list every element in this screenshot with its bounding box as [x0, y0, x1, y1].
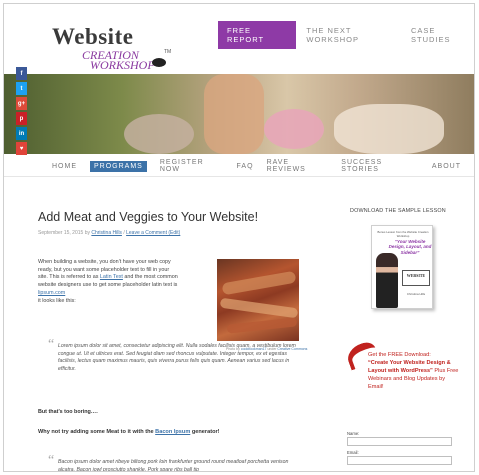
- nav-item-success-stories[interactable]: SUCCESS STORIES: [341, 159, 419, 173]
- bacon-ipsum-link[interactable]: Bacon Ipsum: [155, 429, 190, 435]
- logo-main-text: Website: [52, 24, 134, 49]
- bacon-ipsum-heading: Why not try adding some Meat to it with …: [38, 429, 220, 435]
- logo-sub-text-2: WORKSHOP: [90, 58, 155, 72]
- post-date: September 15, 2015 by: [38, 230, 90, 236]
- meta-separator: /: [123, 230, 125, 236]
- post-author-link[interactable]: Christina Hills: [91, 230, 122, 236]
- quote-mark-icon: “: [48, 337, 55, 352]
- book-author: Christina Hills: [406, 292, 426, 296]
- latin-text-link[interactable]: Latin Text: [100, 274, 123, 280]
- pinterest-icon[interactable]: p: [16, 112, 27, 125]
- nav-item-faq[interactable]: FAQ: [237, 163, 254, 170]
- name-label: Name:: [347, 431, 360, 436]
- facebook-icon[interactable]: f: [16, 67, 27, 80]
- linkedin-icon[interactable]: in: [16, 127, 27, 140]
- top-nav: FREE REPORT THE NEXT WORKSHOP CASE STUDI…: [218, 21, 474, 49]
- heart-icon[interactable]: ♥: [16, 142, 27, 155]
- trademark-mark: TM: [164, 49, 172, 55]
- why-text-1: Why not try adding some Meat to it with …: [38, 429, 154, 435]
- post-meta: September 15, 2015 by Christina Hills / …: [38, 230, 180, 236]
- google-plus-icon[interactable]: g+: [16, 97, 27, 110]
- email-label: Email:: [347, 450, 359, 455]
- top-nav-case-studies[interactable]: CASE STUDIES: [411, 26, 474, 44]
- site-logo[interactable]: Website CREATION WORKSHOP TM: [52, 24, 172, 79]
- nav-divider: [4, 176, 474, 177]
- name-input[interactable]: [347, 437, 452, 446]
- bacon-image: [217, 259, 299, 341]
- book-top-text: Bonus Lesson from the Website Creation W…: [377, 230, 429, 238]
- lorem-quote: Lorem ipsum dolor sit amet, consectetur …: [58, 343, 296, 372]
- email-input[interactable]: [347, 456, 452, 465]
- main-nav: HOME PROGRAMS REGISTER NOW FAQ RAVE REVI…: [52, 159, 474, 173]
- leave-comment-link[interactable]: Leave a Comment (Edit): [126, 230, 180, 236]
- twitter-icon[interactable]: t: [16, 82, 27, 95]
- hero-banner-image: [4, 74, 474, 154]
- lipsum-link[interactable]: lipsum.com: [38, 290, 65, 296]
- intro-text-3: it looks like this:: [38, 297, 76, 304]
- boring-heading: But that’s too boring….: [38, 409, 98, 415]
- promo-text: Get the FREE Download: “Create Your Webs…: [368, 352, 460, 392]
- nav-item-register-now[interactable]: REGISTER NOW: [160, 159, 224, 173]
- social-share-bar: f t g+ p in ♥: [16, 67, 27, 157]
- intro-paragraph: When building a website, you don’t have …: [38, 259, 180, 305]
- why-text-2: generator!: [191, 429, 220, 435]
- mouse-icon: [152, 58, 166, 67]
- book-logo: WEBSITE: [402, 270, 430, 286]
- nav-item-about[interactable]: ABOUT: [432, 163, 461, 170]
- free-report-button[interactable]: FREE REPORT: [218, 21, 297, 49]
- book-title: “Your Website Design, Layout, and Sideba…: [388, 239, 432, 255]
- quote-mark-icon: “: [48, 453, 55, 468]
- top-nav-next-workshop[interactable]: THE NEXT WORKSHOP: [306, 26, 401, 44]
- bacon-quote: Bacon ipsum dolor amet ribeye biltong po…: [58, 459, 289, 472]
- page-frame: Website CREATION WORKSHOP TM FREE REPORT…: [3, 3, 475, 472]
- promo-line-1: Get the FREE Download:: [368, 352, 431, 358]
- post-title: Add Meat and Veggies to Your Website!: [38, 210, 259, 224]
- nav-item-home[interactable]: HOME: [52, 163, 77, 170]
- lesson-book-cover[interactable]: Bonus Lesson from the Website Creation W…: [371, 225, 433, 309]
- sidebar-heading: DOWNLOAD THE SAMPLE LESSON: [350, 208, 446, 214]
- author-photo: [376, 253, 398, 308]
- nav-item-rave-reviews[interactable]: RAVE REVIEWS: [267, 159, 329, 173]
- nav-item-programs[interactable]: PROGRAMS: [90, 160, 147, 172]
